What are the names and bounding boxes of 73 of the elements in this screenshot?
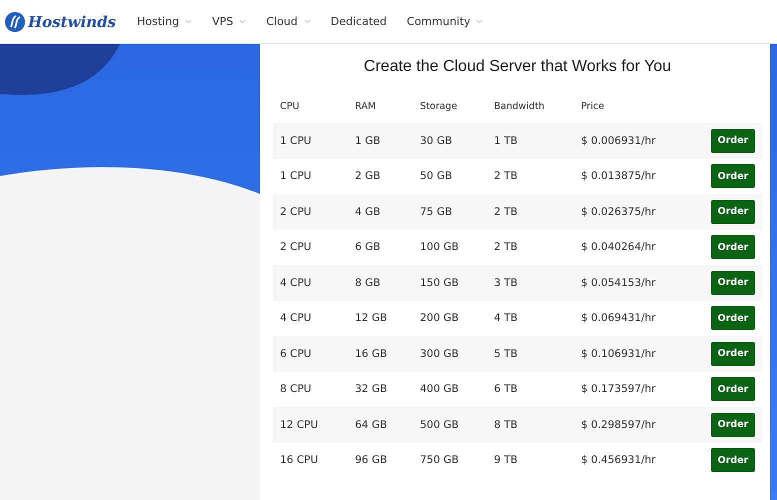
table-cell-text: $ 0.026375/hr bbox=[581, 206, 657, 218]
table-cell-text: 4 GB bbox=[355, 206, 382, 218]
order-button[interactable]: Order bbox=[711, 164, 755, 188]
column-header: Price bbox=[581, 100, 606, 112]
nav-link[interactable]: Community bbox=[406, 15, 484, 28]
card-title: Create the Cloud Server that Works for You bbox=[362, 58, 672, 76]
logo-text[interactable]: Hostwinds bbox=[28, 12, 116, 30]
table-cell-text: 2 GB bbox=[355, 170, 382, 182]
table-cell-text: $ 0.069431/hr bbox=[581, 312, 657, 324]
table-cell-text: 30 GB bbox=[420, 134, 454, 147]
table-cell-text: $ 0.298597/hr bbox=[581, 418, 657, 431]
table-cell-text: 1 CPU bbox=[280, 134, 312, 147]
table-cell-text: $ 0.054153/hr bbox=[581, 276, 657, 289]
table-cell-text: 2 CPU bbox=[280, 206, 312, 218]
order-button[interactable]: Order bbox=[711, 235, 755, 260]
table-cell-text: 75 GB bbox=[420, 206, 454, 218]
nav-link[interactable]: Hosting bbox=[137, 15, 192, 28]
nav-link[interactable]: VPS bbox=[212, 15, 246, 28]
order-button[interactable]: Order bbox=[711, 342, 755, 366]
column-header: Bandwidth bbox=[494, 100, 546, 112]
table-cell-text: 1 TB bbox=[494, 134, 519, 147]
table-cell-text: 64 GB bbox=[355, 418, 388, 431]
table-cell-text: 4 TB bbox=[494, 312, 519, 324]
table-cell-text: 9 TB bbox=[494, 454, 519, 466]
order-button[interactable]: Order bbox=[711, 128, 755, 153]
table-cell-text: 8 CPU bbox=[280, 383, 312, 396]
table-cell-text: 12 GB bbox=[355, 312, 388, 324]
order-button[interactable]: Order bbox=[711, 377, 755, 402]
table-cell-text: 8 GB bbox=[355, 276, 382, 289]
order-button[interactable]: Order bbox=[711, 200, 755, 224]
table-cell-text: 2 TB bbox=[494, 206, 519, 218]
order-button[interactable]: Order bbox=[711, 306, 755, 330]
table-cell-text: 400 GB bbox=[420, 383, 460, 396]
table-cell-text: 96 GB bbox=[355, 454, 388, 466]
table-cell-text: 3 TB bbox=[494, 276, 519, 289]
table-cell-text: 4 CPU bbox=[280, 276, 312, 289]
column-header: Storage bbox=[420, 100, 458, 112]
table-cell-text: $ 0.456931/hr bbox=[581, 454, 657, 466]
table-cell-text: 16 GB bbox=[355, 348, 388, 360]
table-cell-text: 6 CPU bbox=[280, 348, 312, 360]
table-cell-text: 100 GB bbox=[420, 241, 460, 254]
table-cell-text: 150 GB bbox=[420, 276, 460, 289]
logo-icon bbox=[5, 12, 25, 32]
table-cell-text: 32 GB bbox=[355, 383, 388, 396]
table-cell-text: 8 TB bbox=[494, 418, 519, 431]
table-cell-text: 50 GB bbox=[420, 170, 454, 182]
table-cell-text: 6 GB bbox=[355, 241, 382, 254]
table-cell-text: 1 GB bbox=[355, 134, 382, 147]
nav-link[interactable]: Dedicated bbox=[330, 15, 387, 28]
table-cell-text: $ 0.006931/hr bbox=[581, 134, 657, 147]
table-cell-text: 2 TB bbox=[494, 170, 519, 182]
column-header: RAM bbox=[355, 100, 377, 112]
table-cell-text: 300 GB bbox=[420, 348, 460, 360]
table-cell-text: $ 0.106931/hr bbox=[581, 348, 657, 360]
table-cell-text: 1 CPU bbox=[280, 170, 312, 182]
table-cell-text: $ 0.173597/hr bbox=[581, 383, 657, 396]
table-cell-text: 200 GB bbox=[420, 312, 460, 324]
nav-link[interactable]: Cloud bbox=[266, 15, 311, 28]
table-cell-text: $ 0.040264/hr bbox=[581, 241, 657, 254]
table-cell-text: 2 TB bbox=[494, 241, 519, 254]
column-header: CPU bbox=[280, 100, 300, 112]
table-cell-text: 16 CPU bbox=[280, 454, 320, 466]
order-button[interactable]: Order bbox=[711, 270, 755, 295]
order-button[interactable]: Order bbox=[711, 412, 755, 437]
table-cell-text: 12 CPU bbox=[280, 418, 320, 431]
table-cell-text: $ 0.013875/hr bbox=[581, 170, 657, 182]
table-cell-text: 750 GB bbox=[420, 454, 460, 466]
table-cell-text: 6 TB bbox=[494, 383, 519, 396]
table-cell-text: 500 GB bbox=[420, 418, 460, 431]
table-cell-text: 4 CPU bbox=[280, 312, 312, 324]
table-cell-text: 5 TB bbox=[494, 348, 519, 360]
order-button[interactable]: Order bbox=[711, 448, 755, 472]
table-cell-text: 2 CPU bbox=[280, 241, 312, 254]
